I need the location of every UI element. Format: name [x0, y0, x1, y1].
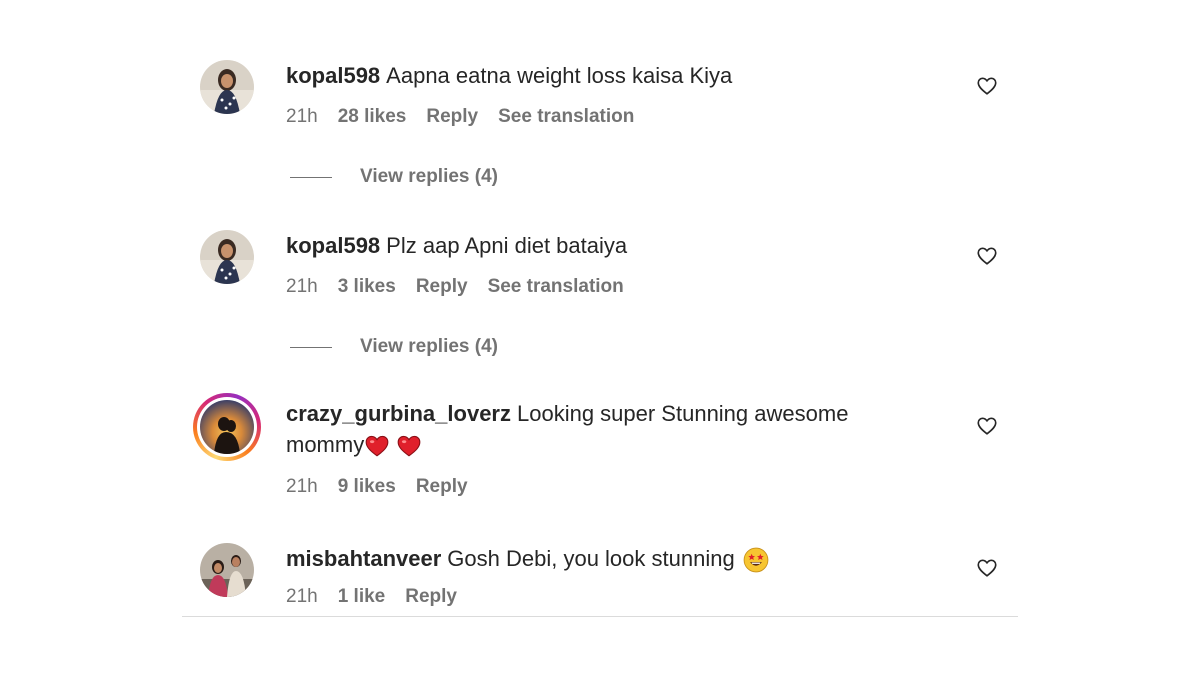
see-translation-button[interactable]: See translation: [498, 106, 634, 128]
heart-icon[interactable]: [976, 415, 998, 437]
reply-button[interactable]: Reply: [405, 586, 457, 608]
comment-text-line: crazy_gurbina_loverz Looking super Stunni…: [286, 398, 926, 460]
avatar[interactable]: [200, 543, 254, 597]
comment-text: Gosh Debi, you look stunning: [447, 546, 735, 571]
view-replies-button[interactable]: View replies (4): [290, 336, 498, 358]
view-replies-label: View replies (4): [360, 336, 498, 357]
comment-text: Plz aap Apni diet bataiya: [386, 233, 628, 258]
comment-meta: 21h 9 likes Reply: [286, 476, 926, 498]
red-heart-emoji-icon: [397, 436, 421, 457]
comments-panel: kopal598 Aapna eatna weight loss kaisa Ki…: [0, 0, 1200, 675]
comment-body: kopal598 Plz aap Apni diet bataiya 21h 3 …: [286, 230, 926, 298]
avatar-photo: [200, 60, 254, 114]
comment-timestamp[interactable]: 21h: [286, 586, 318, 608]
avatar[interactable]: [200, 60, 254, 114]
comment-timestamp[interactable]: 21h: [286, 476, 318, 498]
comment-text-line: misbahtanveer Gosh Debi, you look stunnin…: [286, 543, 926, 574]
heart-icon[interactable]: [976, 75, 998, 97]
comment-timestamp[interactable]: 21h: [286, 106, 318, 128]
comment-username[interactable]: misbahtanveer: [286, 546, 441, 571]
comment-meta: 21h 28 likes Reply See translation: [286, 106, 926, 128]
view-replies-button[interactable]: View replies (4): [290, 166, 498, 188]
reply-button[interactable]: Reply: [416, 476, 468, 498]
comment-timestamp[interactable]: 21h: [286, 276, 318, 298]
avatar-photo: [200, 543, 254, 597]
story-ring[interactable]: [193, 393, 261, 461]
avatar-photo: [200, 230, 254, 284]
see-translation-button[interactable]: See translation: [488, 276, 624, 298]
comment-body: crazy_gurbina_loverz Looking super Stunni…: [286, 398, 926, 498]
heart-icon[interactable]: [976, 557, 998, 579]
comment-username[interactable]: kopal598: [286, 233, 380, 258]
comment-meta: 21h 1 like Reply: [286, 586, 926, 608]
comment-username[interactable]: crazy_gurbina_loverz: [286, 401, 511, 426]
avatar-photo: [200, 400, 254, 454]
comment-likes[interactable]: 28 likes: [338, 106, 407, 128]
reply-button[interactable]: Reply: [416, 276, 468, 298]
comment-meta: 21h 3 likes Reply See translation: [286, 276, 926, 298]
comment-likes[interactable]: 1 like: [338, 586, 386, 608]
red-heart-emoji-icon: [365, 436, 389, 457]
comment-likes[interactable]: 3 likes: [338, 276, 396, 298]
comment-text: Aapna eatna weight loss kaisa Kiya: [386, 63, 733, 88]
reply-button[interactable]: Reply: [426, 106, 478, 128]
star-struck-emoji-icon: [743, 547, 769, 573]
heart-icon[interactable]: [976, 245, 998, 267]
comment-likes[interactable]: 9 likes: [338, 476, 396, 498]
comment-body: kopal598 Aapna eatna weight loss kaisa Ki…: [286, 60, 926, 128]
avatar[interactable]: [200, 400, 254, 454]
comment-text-line: kopal598 Aapna eatna weight loss kaisa Ki…: [286, 60, 926, 91]
comment-body: misbahtanveer Gosh Debi, you look stunnin…: [286, 543, 926, 608]
comment-username[interactable]: kopal598: [286, 63, 380, 88]
comment-text-line: kopal598 Plz aap Apni diet bataiya: [286, 230, 926, 261]
replies-divider-line: [290, 346, 332, 348]
replies-divider-line: [290, 176, 332, 178]
avatar[interactable]: [200, 230, 254, 284]
bottom-divider: [182, 616, 1018, 617]
view-replies-label: View replies (4): [360, 166, 498, 187]
